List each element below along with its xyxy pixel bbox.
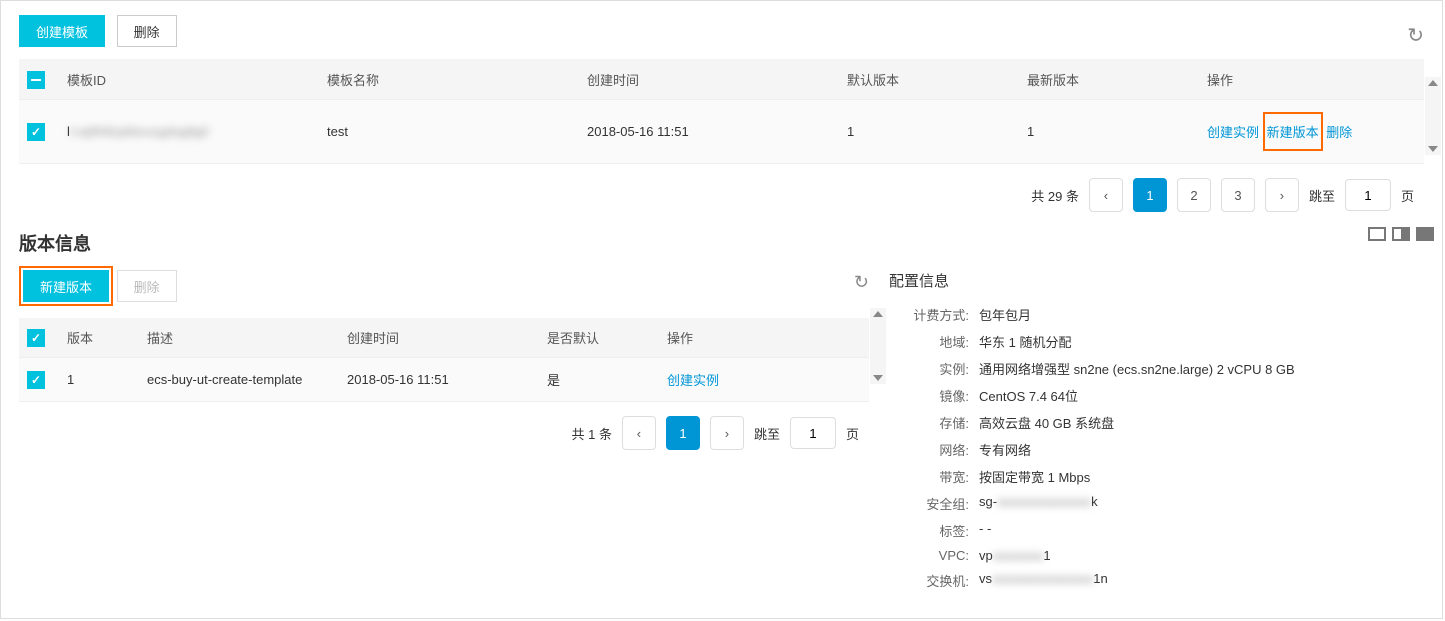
template-created: 2018-05-16 11:51 (579, 100, 839, 164)
template-default-ver: 1 (839, 100, 1019, 164)
cfg-vpc-value: vpaaaaaaa1 (979, 548, 1051, 563)
cfg-network-label: 网络: (889, 440, 969, 459)
cfg-secgroup-value: sg-aaaaaaaaaaaaak (979, 494, 1098, 513)
cfg-billing-label: 计费方式: (889, 305, 969, 324)
template-latest-ver: 1 (1019, 100, 1199, 164)
v-jump-input[interactable] (790, 417, 836, 449)
col-ops: 操作 (1199, 59, 1424, 100)
page-2-button[interactable]: 2 (1177, 178, 1211, 212)
prev-page-button[interactable]: ‹ (1089, 178, 1123, 212)
cfg-tag-value: - - (979, 521, 991, 540)
select-all-checkbox[interactable] (27, 71, 45, 89)
delete-link[interactable]: 删除 (1326, 125, 1352, 140)
col-template-name: 模板名称 (319, 59, 579, 100)
cfg-tag-label: 标签: (889, 521, 969, 540)
cfg-billing-value: 包年包月 (979, 305, 1031, 324)
refresh-icon[interactable]: ↻ (1407, 23, 1424, 48)
cfg-vswitch-label: 交换机: (889, 571, 969, 590)
cfg-secgroup-label: 安全组: (889, 494, 969, 513)
template-name: test (319, 100, 579, 164)
version-created: 2018-05-16 11:51 (339, 358, 539, 402)
col-template-id: 模板ID (59, 59, 319, 100)
cfg-bandwidth-value: 按固定带宽 1 Mbps (979, 467, 1090, 486)
version-row[interactable]: 1 ecs-buy-ut-create-template 2018-05-16 … (19, 358, 869, 402)
delete-button[interactable]: 删除 (117, 15, 177, 47)
total-count: 共 29 条 (1031, 186, 1079, 205)
jump-label: 跳至 (1309, 186, 1335, 205)
version-pagination: 共 1 条 ‹ 1 › 跳至 页 (19, 402, 869, 464)
scrollbar[interactable] (1425, 77, 1441, 155)
cfg-storage-value: 高效云盘 40 GB 系统盘 (979, 413, 1114, 432)
col-v-created: 创建时间 (339, 318, 539, 358)
v-page-1-button[interactable]: 1 (666, 416, 700, 450)
view-mode-full-icon[interactable] (1416, 227, 1434, 241)
template-pagination: 共 29 条 ‹ 1 2 3 › 跳至 页 (19, 164, 1424, 226)
col-latest-ver: 最新版本 (1019, 59, 1199, 100)
v-page-suffix: 页 (846, 424, 859, 443)
cfg-bandwidth-label: 带宽: (889, 467, 969, 486)
table-row[interactable]: lt-wj9h8zpkbxvzgdsg8g0 test 2018-05-16 1… (19, 100, 1424, 164)
template-id-blurred: t-wj9h8zpkbxvzgdsg8g0 (70, 124, 209, 139)
refresh-versions-icon[interactable]: ↻ (854, 272, 869, 293)
page-suffix: 页 (1401, 186, 1414, 205)
new-version-button[interactable]: 新建版本 (23, 270, 109, 302)
v-next-page-button[interactable]: › (710, 416, 744, 450)
view-mode-split-icon[interactable] (1392, 227, 1410, 241)
v-prev-page-button[interactable]: ‹ (622, 416, 656, 450)
cfg-image-value: CentOS 7.4 64位 (979, 386, 1078, 405)
select-all-versions-checkbox[interactable] (27, 329, 45, 347)
cfg-vswitch-value: vsaaaaaaaaaaaaaa1n (979, 571, 1108, 590)
row-checkbox[interactable] (27, 123, 45, 141)
cfg-region-value: 华东 1 随机分配 (979, 332, 1071, 351)
cfg-vpc-label: VPC: (889, 548, 969, 563)
col-is-default: 是否默认 (539, 318, 659, 358)
version-scrollbar[interactable] (870, 308, 886, 384)
page-3-button[interactable]: 3 (1221, 178, 1255, 212)
config-title: 配置信息 (889, 270, 1424, 291)
jump-input[interactable] (1345, 179, 1391, 211)
col-default-ver: 默认版本 (839, 59, 1019, 100)
v-total-count: 共 1 条 (572, 424, 612, 443)
cfg-instance-label: 实例: (889, 359, 969, 378)
col-desc: 描述 (139, 318, 339, 358)
cfg-network-value: 专有网络 (979, 440, 1031, 459)
col-version: 版本 (59, 318, 139, 358)
col-created: 创建时间 (579, 59, 839, 100)
create-instance-link[interactable]: 创建实例 (1207, 125, 1259, 140)
view-mode-single-icon[interactable] (1368, 227, 1386, 241)
next-page-button[interactable]: › (1265, 178, 1299, 212)
page-1-button[interactable]: 1 (1133, 178, 1167, 212)
cfg-instance-value: 通用网络增强型 sn2ne (ecs.sn2ne.large) 2 vCPU 8… (979, 359, 1295, 378)
version-section-title: 版本信息 (1, 226, 1442, 266)
new-version-link[interactable]: 新建版本 (1267, 125, 1319, 140)
version-row-checkbox[interactable] (27, 371, 45, 389)
v-jump-label: 跳至 (754, 424, 780, 443)
version-number: 1 (59, 358, 139, 402)
cfg-storage-label: 存储: (889, 413, 969, 432)
cfg-region-label: 地域: (889, 332, 969, 351)
version-table: 版本 描述 创建时间 是否默认 操作 1 ecs-buy-ut-create-t… (19, 318, 869, 402)
version-is-default: 是 (539, 358, 659, 402)
delete-version-button[interactable]: 删除 (117, 270, 177, 302)
config-panel: 配置信息 计费方式: 包年包月 地域: 华东 1 随机分配 实例: 通用网络增强型 s… (889, 266, 1424, 598)
col-v-ops: 操作 (659, 318, 869, 358)
template-table: 模板ID 模板名称 创建时间 默认版本 最新版本 操作 lt-wj9h8zpkb… (19, 59, 1424, 164)
cfg-image-label: 镜像: (889, 386, 969, 405)
create-template-button[interactable]: 创建模板 (19, 15, 105, 47)
version-desc: ecs-buy-ut-create-template (139, 358, 339, 402)
create-instance-from-version-link[interactable]: 创建实例 (667, 373, 719, 388)
